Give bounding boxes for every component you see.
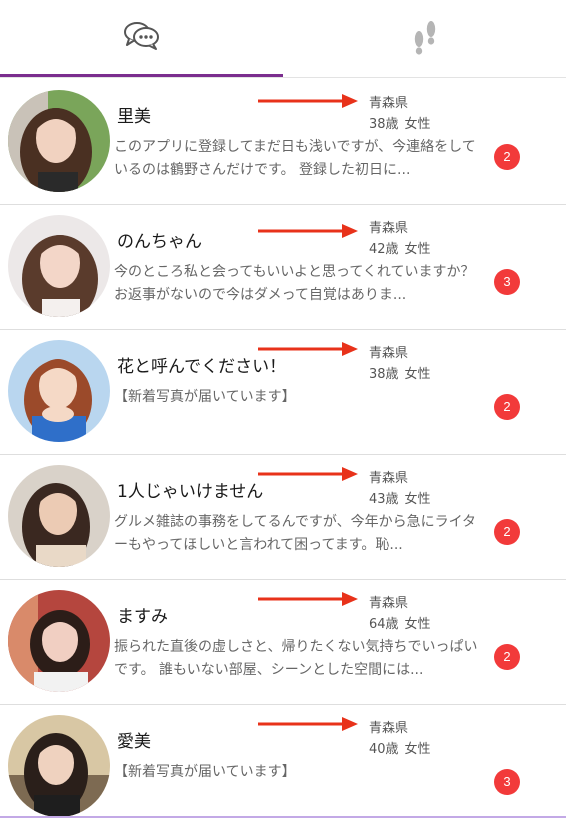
unread-badge: 2: [494, 644, 520, 670]
contact-name: ますみ: [117, 607, 168, 627]
contact-name: のんちゃん: [117, 232, 202, 252]
tab-footprints[interactable]: [283, 0, 566, 77]
bottom-divider: [0, 816, 566, 818]
avatar: [8, 465, 110, 567]
chat-bubbles-icon: [123, 21, 159, 50]
arrow-right-icon: [258, 717, 358, 731]
avatar: [8, 340, 110, 442]
age: 42歳: [369, 242, 399, 257]
age: 64歳: [369, 617, 399, 632]
message-preview: グルメ雑誌の事務をしてるんですが、今年から急にライターもやってほしいと言われて困…: [114, 514, 477, 553]
age-gender: 64歳 女性: [369, 613, 431, 632]
contact-name: 里美: [117, 107, 151, 127]
message-preview: 【新着写真が届いています】: [114, 389, 296, 405]
age: 38歳: [369, 367, 399, 382]
message-preview: このアプリに登録してまだ日も浅いですが、今連絡をしているのは鶴野さんだけです。 …: [114, 139, 476, 178]
unread-badge: 2: [494, 519, 520, 545]
conversation-row[interactable]: 愛美 青森県 40歳 女性 【新着写真が届いています】 3: [0, 705, 566, 820]
contact-name: 愛美: [117, 732, 151, 752]
conversation-row[interactable]: 里美 青森県 38歳 女性 このアプリに登録してまだ日も浅いですが、今連絡をしてい…: [0, 80, 566, 205]
prefecture: 青森県: [369, 96, 409, 111]
avatar: [8, 715, 110, 817]
age-gender: 38歳 女性: [369, 113, 431, 132]
active-tab-indicator: [0, 74, 283, 77]
avatar: [8, 590, 110, 692]
conversation-list: 里美 青森県 38歳 女性 このアプリに登録してまだ日も浅いですが、今連絡をしてい…: [0, 80, 566, 820]
gender: 女性: [404, 742, 431, 757]
footprints-icon: [414, 20, 435, 55]
gender: 女性: [404, 367, 431, 382]
tab-bar: [0, 0, 566, 78]
prefecture: 青森県: [369, 346, 409, 361]
message-preview: 今のところ私と会ってもいいよと思ってくれていますか？ お返事がないので今はダメっ…: [114, 264, 475, 303]
age: 40歳: [369, 742, 399, 757]
unread-badge: 2: [494, 144, 520, 170]
arrow-right-icon: [258, 592, 358, 606]
avatar: [8, 215, 110, 317]
age: 43歳: [369, 492, 399, 507]
prefecture: 青森県: [369, 721, 409, 736]
contact-name: 1人じゃいけません: [117, 482, 264, 502]
conversation-row[interactable]: のんちゃん 青森県 42歳 女性 今のところ私と会ってもいいよと思ってくれています…: [0, 205, 566, 330]
age-gender: 40歳 女性: [369, 738, 431, 757]
unread-badge: 2: [494, 394, 520, 420]
age-gender: 43歳 女性: [369, 488, 431, 507]
arrow-right-icon: [258, 467, 358, 481]
age-gender: 38歳 女性: [369, 363, 431, 382]
gender: 女性: [404, 242, 431, 257]
gender: 女性: [404, 117, 431, 132]
tab-messages[interactable]: [0, 0, 283, 77]
conversation-row[interactable]: 花と呼んでください！ 青森県 38歳 女性 【新着写真が届いています】 2: [0, 330, 566, 455]
arrow-right-icon: [258, 224, 358, 238]
prefecture: 青森県: [369, 221, 409, 236]
message-preview: 【新着写真が届いています】: [114, 764, 296, 780]
gender: 女性: [404, 617, 431, 632]
age-gender: 42歳 女性: [369, 238, 431, 257]
prefecture: 青森県: [369, 596, 409, 611]
arrow-right-icon: [258, 94, 358, 108]
unread-badge: 3: [494, 769, 520, 795]
unread-badge: 3: [494, 269, 520, 295]
avatar: [8, 90, 110, 192]
message-preview: 振られた直後の虚しさと、帰りたくない気持ちでいっぱいです。 誰もいない部屋、シー…: [114, 639, 478, 678]
conversation-row[interactable]: 1人じゃいけません 青森県 43歳 女性 グルメ雑誌の事務をしてるんですが、今年か…: [0, 455, 566, 580]
gender: 女性: [404, 492, 431, 507]
arrow-right-icon: [258, 342, 358, 356]
age: 38歳: [369, 117, 399, 132]
conversation-row[interactable]: ますみ 青森県 64歳 女性 振られた直後の虚しさと、帰りたくない気持ちでいっぱい…: [0, 580, 566, 705]
prefecture: 青森県: [369, 471, 409, 486]
